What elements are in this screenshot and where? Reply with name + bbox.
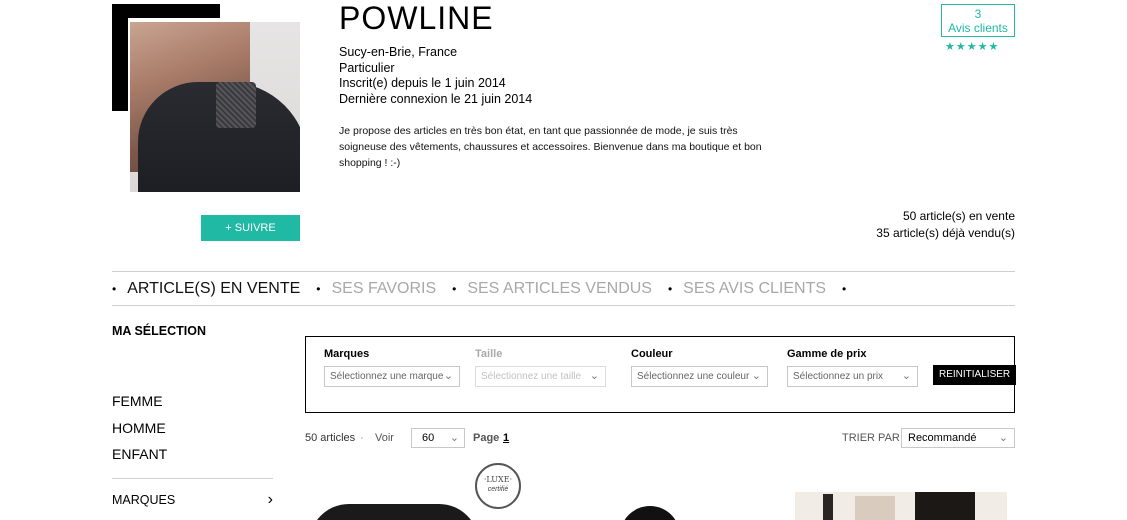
chevron-down-icon: ⌄: [998, 432, 1008, 444]
results-toolbar: 50 articles · Voir 60 ⌄ Page 1 TRIER PAR…: [305, 428, 1015, 450]
color-select-placeholder: Sélectionnez une couleur: [637, 371, 750, 382]
size-select[interactable]: Sélectionnez une taille ⌄: [475, 366, 606, 387]
product-image-detail: [855, 496, 895, 520]
category-item-homme[interactable]: HOMME: [112, 415, 167, 442]
tab-bullet-icon: •: [452, 282, 457, 296]
reset-filters-button[interactable]: REINITIALISER: [933, 365, 1017, 385]
price-select[interactable]: Sélectionnez un prix ⌄: [787, 366, 918, 387]
sort-select[interactable]: Recommandé ⌄: [901, 428, 1015, 448]
tab-bullet-icon: •: [667, 282, 673, 296]
category-item-femme[interactable]: FEMME: [112, 388, 167, 415]
tab-customer-reviews[interactable]: SES AVIS CLIENTS: [683, 280, 826, 298]
sort-value: Recommandé: [908, 432, 977, 444]
seller-location: Sucy-en-Brie, France: [339, 45, 458, 59]
filter-brand: Marques Sélectionnez une marque ⌄: [324, 348, 460, 387]
stat-for-sale: 50 article(s) en vente: [902, 209, 1015, 223]
chevron-down-icon: ⌄: [751, 370, 761, 382]
color-select[interactable]: Sélectionnez une couleur ⌄: [631, 366, 768, 387]
seller-last-login: Dernière connexion le 21 juin 2014: [339, 91, 533, 106]
seller-info: Sucy-en-Brie, France Particulier Inscrit…: [339, 45, 532, 107]
toolbar-separator: ·: [360, 432, 364, 444]
filter-panel: Marques Sélectionnez une marque ⌄ Taille…: [305, 336, 1017, 413]
size-select-placeholder: Sélectionnez une taille: [481, 371, 582, 382]
chevron-down-icon: ⌄: [589, 370, 599, 382]
tabs-divider-bottom: [112, 305, 1015, 306]
chevron-down-icon: ⌄: [901, 370, 911, 382]
brand-select-placeholder: Sélectionnez une marque: [330, 371, 444, 382]
category-item-enfant[interactable]: ENFANT: [112, 441, 167, 468]
filter-color-label: Couleur: [631, 348, 673, 360]
product-image-detail: [915, 492, 975, 520]
seller-stats: 50 article(s) en vente 35 article(s) déj…: [876, 208, 1015, 242]
seller-bio: Je propose des articles en très bon état…: [339, 125, 762, 169]
filter-brand-label: Marques: [324, 348, 370, 360]
per-page-label: Voir: [375, 432, 394, 444]
follow-button[interactable]: + SUIVRE: [201, 215, 300, 241]
filter-size-label: Taille: [475, 348, 503, 360]
product-image-detail: [823, 494, 833, 520]
filter-color: Couleur Sélectionnez une couleur ⌄: [631, 348, 768, 387]
tab-bullet-icon: •: [316, 282, 321, 296]
stat-sold: 35 article(s) déjà vendu(s): [876, 226, 1015, 240]
chevron-down-icon: ⌄: [443, 370, 453, 382]
page-number-link[interactable]: 1: [503, 432, 509, 444]
product-image: [620, 506, 680, 520]
articles-count: 50 articles: [305, 432, 356, 444]
brand-select[interactable]: Sélectionnez une marque ⌄: [324, 366, 460, 387]
product-image: [309, 504, 479, 520]
luxe-badge-subtitle: certifié: [487, 486, 509, 493]
filter-price: Gamme de prix Sélectionnez un prix ⌄: [787, 348, 918, 387]
avatar-photo: [130, 22, 300, 192]
reviews-label: Avis clients: [948, 21, 1008, 35]
reviews-count-box[interactable]: 3 Avis clients: [941, 4, 1015, 37]
reviews-count: 3: [974, 7, 982, 21]
tab-sold-articles[interactable]: SES ARTICLES VENDUS: [467, 280, 652, 298]
tabs-divider-top: [112, 271, 1015, 272]
price-select-placeholder: Sélectionnez un prix: [793, 371, 884, 382]
sidebar-item-brands[interactable]: MARQUES ›: [112, 491, 273, 508]
rating-stars-icon: ★★★★★: [945, 41, 1000, 53]
filter-price-label: Gamme de prix: [787, 348, 867, 360]
chevron-right-icon: ›: [267, 491, 273, 508]
tab-favorites[interactable]: SES FAVORIS: [331, 280, 436, 298]
product-thumbnail[interactable]: [590, 500, 710, 520]
avatar-lace: [216, 82, 256, 128]
product-thumbnail[interactable]: [795, 492, 1007, 520]
product-thumbnail[interactable]: [305, 500, 480, 520]
seller-registered-date: Inscrit(e) depuis le 1 juin 2014: [339, 76, 506, 90]
category-list: FEMME HOMME ENFANT: [112, 388, 167, 468]
chevron-down-icon: ⌄: [449, 432, 459, 444]
luxe-certified-badge: ·LUXE· certifié: [475, 463, 521, 509]
seller-name: POWLINE: [339, 0, 494, 36]
sidebar-item-brands-label: MARQUES: [112, 493, 176, 507]
filter-size: Taille Sélectionnez une taille ⌄: [475, 348, 606, 387]
sidebar-title: MA SÉLECTION: [112, 324, 206, 338]
seller-avatar: [112, 4, 300, 192]
sort-label: TRIER PAR: [842, 432, 900, 444]
tab-bullet-icon: •: [112, 282, 117, 296]
per-page-value: 60: [422, 432, 435, 444]
luxe-badge-title: ·LUXE·: [483, 475, 513, 484]
per-page-select[interactable]: 60 ⌄: [411, 428, 465, 448]
profile-tabs: • ARTICLE(S) EN VENTE • SES FAVORIS • SE…: [112, 278, 857, 300]
tab-articles-for-sale[interactable]: ARTICLE(S) EN VENTE: [127, 280, 300, 298]
tab-bullet-icon: •: [842, 282, 847, 296]
seller-account-type: Particulier: [339, 60, 395, 75]
page-label: Page: [473, 432, 500, 444]
sidebar-divider: [112, 478, 273, 479]
